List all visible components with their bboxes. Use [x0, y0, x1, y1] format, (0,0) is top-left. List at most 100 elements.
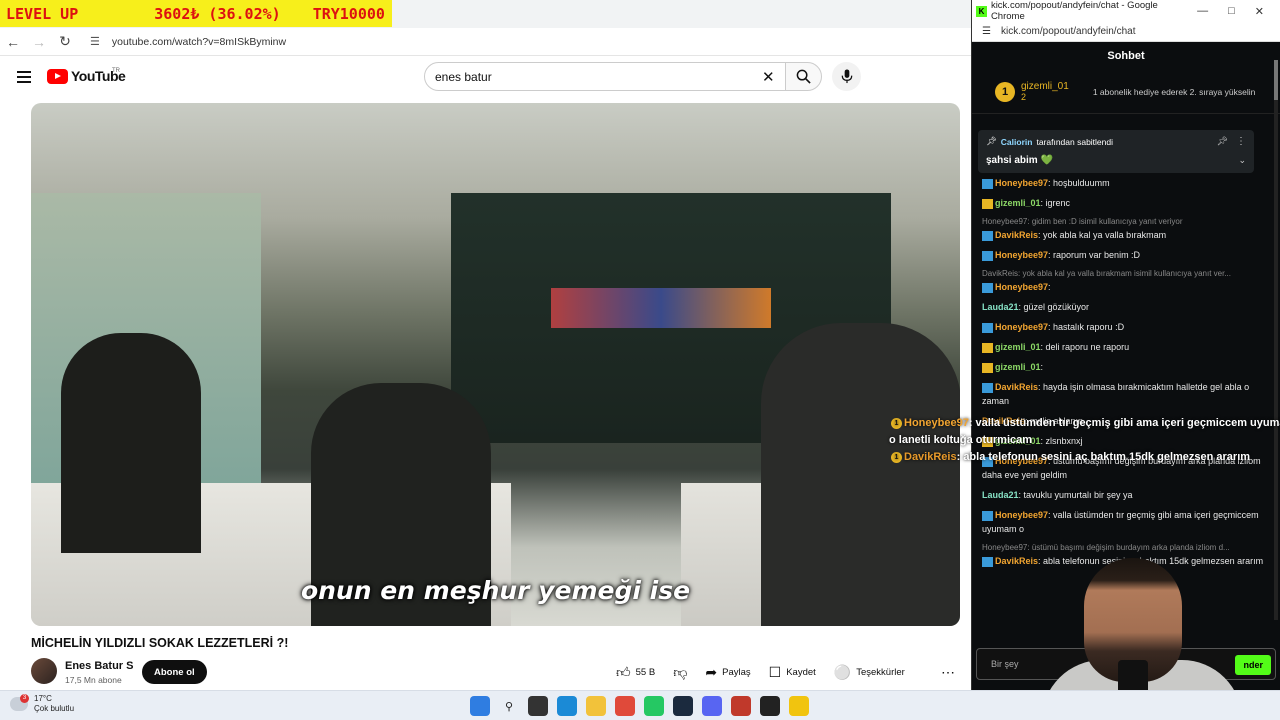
whatsapp-icon[interactable] — [644, 696, 664, 716]
obs-icon[interactable] — [760, 696, 780, 716]
popup-addressbar: ☰ kick.com/popout/andyfein/chat — [972, 22, 1280, 42]
unpin-icon[interactable]: 📌︎ — [1217, 136, 1228, 147]
chat-scrollbar[interactable] — [1274, 60, 1278, 620]
media-app-icon[interactable] — [731, 696, 751, 716]
chat-username[interactable]: gizemli_01 — [995, 362, 1041, 372]
chat-message[interactable]: gizemli_01: igrenc — [982, 196, 1272, 210]
save-button[interactable]: ☐ Kaydet — [760, 660, 825, 684]
overlay-chat-row: o lanetli koltuğa oturmicam — [889, 432, 1280, 449]
chat-message[interactable]: Honeybee97: hastalık raporu :D — [982, 320, 1272, 334]
clear-icon[interactable]: ✕ — [762, 68, 775, 86]
site-info-icon[interactable]: ☰ — [90, 35, 100, 48]
chat-message[interactable]: Honeybee97: hoşbulduumm — [982, 176, 1272, 190]
level-up-label: LEVEL UP — [6, 4, 79, 23]
menu-icon[interactable] — [17, 71, 31, 83]
steam-icon[interactable] — [673, 696, 693, 716]
chrome-icon[interactable] — [615, 696, 635, 716]
chat-badge-icon — [982, 198, 993, 209]
chat-username[interactable]: Lauda21 — [982, 302, 1019, 312]
video-subtitle: onun en meşhur yemeği ise — [300, 576, 691, 605]
close-icon[interactable]: ✕ — [1255, 5, 1264, 18]
forward-icon[interactable]: → — [26, 34, 52, 50]
rank-badge: 1 — [995, 81, 1015, 102]
microphone-icon — [841, 69, 852, 84]
top-gifter-count: 2 — [1021, 92, 1027, 102]
top-gifter: 1 gizemli_01 2 1 abonelik hediye ederek … — [972, 70, 1280, 114]
thumbs-up-icon: 👍︎ — [616, 663, 631, 680]
weather-temp: 17°C — [34, 694, 52, 703]
chat-username[interactable]: gizemli_01 — [995, 198, 1041, 208]
chat-message[interactable]: Honeybee97: valla üstümden tır geçmiş gi… — [982, 508, 1272, 536]
chat-text: : raporum var benim :D — [1048, 250, 1141, 260]
chat-username[interactable]: Lauda21 — [982, 490, 1019, 500]
channel-name[interactable]: Enes Batur S — [65, 660, 133, 672]
pinned-text: şahsi abim 💚 — [986, 155, 1053, 166]
search-button[interactable] — [785, 62, 822, 91]
chat-message[interactable]: gizemli_01: — [982, 360, 1272, 374]
overlay-chat: 1 Honeybee97: valla üstümden tır geçmiş g… — [889, 415, 1280, 466]
popup-titlebar: K kick.com/popout/andyfein/chat - Google… — [972, 0, 1280, 22]
chat-message[interactable]: Honeybee97: — [982, 280, 1272, 294]
chat-message[interactable]: gizemli_01: deli raporu ne raporu — [982, 340, 1272, 354]
reload-icon[interactable]: ↻ — [52, 33, 78, 50]
video-scene-person-left — [61, 333, 201, 553]
chat-message[interactable]: DavikReis: yok abla kal ya valla bırakma… — [982, 228, 1272, 242]
maximize-icon[interactable]: □ — [1228, 5, 1235, 18]
file-explorer-icon[interactable] — [586, 696, 606, 716]
more-actions-icon[interactable]: ⋯ — [941, 664, 955, 681]
chat-header: Sohbet — [1107, 50, 1145, 62]
chat-username[interactable]: Honeybee97 — [995, 322, 1048, 332]
back-icon[interactable]: ← — [0, 34, 26, 50]
share-button[interactable]: ➦ Paylaş — [696, 660, 759, 684]
chat-message[interactable]: Lauda21: tavuklu yumurtalı bir şey ya — [982, 488, 1272, 502]
like-button[interactable]: 👍︎ 55 B — [607, 660, 664, 684]
search-input[interactable]: enes batur — [424, 62, 786, 91]
top-gifter-name[interactable]: gizemli_01 — [1021, 81, 1069, 92]
overlay-chat-text: o lanetli koltuğa oturmicam — [889, 434, 1033, 446]
site-info-icon[interactable]: ☰ — [982, 26, 991, 37]
chat-scroll-thumb[interactable] — [1274, 60, 1278, 100]
channel-avatar[interactable] — [31, 658, 57, 684]
chat-reply-context: DavikReis: yok abla kal ya valla bırakma… — [982, 269, 1231, 278]
chat-message[interactable]: DavikReis: hayda işin olmasa bırakmicakt… — [982, 380, 1272, 408]
video-title: MİCHELİN YILDIZLI SOKAK LEZZETLERİ ?! — [31, 636, 289, 650]
share-icon: ➦ — [705, 663, 718, 680]
chat-message[interactable]: Honeybee97: raporum var benim :D — [982, 248, 1272, 262]
chat-username[interactable]: Honeybee97 — [995, 510, 1048, 520]
subscribe-button[interactable]: Abone ol — [142, 660, 207, 684]
chat-message[interactable]: Lauda21: güzel gözüküyor — [982, 300, 1272, 314]
youtube-play-icon — [47, 68, 68, 84]
chat-badge-icon — [982, 362, 993, 373]
thanks-icon: ⚪ — [833, 663, 852, 680]
chat-username[interactable]: Honeybee97 — [995, 250, 1048, 260]
region-code: TR — [112, 68, 120, 74]
video-player[interactable]: onun en meşhur yemeği ise — [31, 103, 960, 626]
minimize-icon[interactable]: — — [1197, 5, 1208, 18]
chat-username[interactable]: gizemli_01 — [995, 342, 1041, 352]
task-view-icon[interactable] — [528, 696, 548, 716]
chat-username[interactable]: Honeybee97 — [995, 282, 1048, 292]
chat-username[interactable]: DavikReis — [995, 382, 1038, 392]
address-bar[interactable]: youtube.com/watch?v=8mISkByminw — [112, 36, 286, 48]
weather-widget[interactable]: 3 17°C Çok bulutlu — [10, 694, 74, 714]
start-icon[interactable] — [470, 696, 490, 716]
chevron-down-icon[interactable]: ⌄ — [1238, 155, 1246, 166]
dislike-button[interactable]: 👎︎ — [664, 660, 696, 684]
gifter-hint: 1 abonelik hediye ederek 2. sıraya yükse… — [1092, 86, 1256, 97]
edge-icon[interactable] — [557, 696, 577, 716]
discord-icon[interactable] — [702, 696, 722, 716]
subscriber-count: 17,5 Mn abone — [65, 675, 122, 685]
chat-username[interactable]: DavikReis — [995, 230, 1038, 240]
level-up-goal: TRY10000 — [312, 4, 385, 23]
pinned-more-icon[interactable]: ⋮ — [1236, 136, 1246, 147]
search-icon[interactable]: ⚲ — [499, 696, 519, 716]
chat-username[interactable]: Honeybee97 — [995, 178, 1048, 188]
thanks-label: Teşekkürler — [856, 666, 905, 678]
video-actions: 👍︎ 55 B 👎︎ ➦ Paylaş ☐ Kaydet ⚪ Teşekkürler — [607, 660, 914, 684]
pinned-message[interactable]: 📌︎ Caliorin tarafından sabitlendi şahsi ab… — [978, 130, 1254, 173]
thanks-button[interactable]: ⚪ Teşekkürler — [825, 660, 914, 684]
chat-badge-icon — [982, 382, 993, 393]
app-icon[interactable] — [789, 696, 809, 716]
chat-badge-icon — [982, 342, 993, 353]
voice-search-button[interactable] — [832, 62, 861, 91]
